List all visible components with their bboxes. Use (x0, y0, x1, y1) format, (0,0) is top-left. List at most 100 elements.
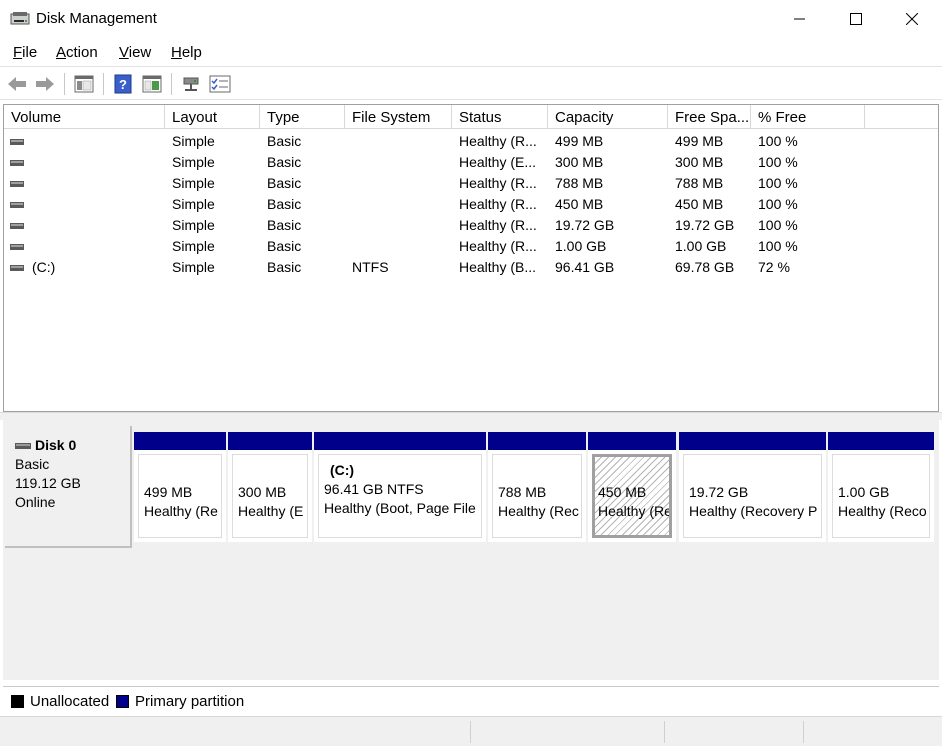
disk-name: Disk 0 (35, 437, 77, 453)
disk-name-row: Disk 0 (15, 436, 130, 455)
cell-fs: NTFS (352, 259, 389, 275)
partition-size: 300 MB (238, 484, 287, 500)
partition-size: 450 MB (598, 484, 647, 500)
menu-help[interactable]: Help (171, 44, 202, 61)
console-tree-icon (74, 75, 94, 93)
partition-5-selected[interactable]: 450 MB Healthy (Re (588, 432, 676, 542)
cell-pct: 100 % (758, 154, 798, 170)
forward-arrow-icon (36, 77, 54, 91)
help-button[interactable]: ? (112, 73, 134, 95)
cell-pct: 100 % (758, 196, 798, 212)
table-row[interactable]: Simple Basic Healthy (R... 450 MB 450 MB 100 … (4, 194, 938, 215)
table-row[interactable]: Simple Basic Healthy (R... 19.72 GB 19.72 GB… (4, 215, 938, 236)
status-separator (803, 721, 804, 743)
cell-volume (4, 152, 165, 173)
partition-color-bar (828, 432, 934, 450)
cell-layout: Simple (172, 175, 215, 191)
column-percent-free[interactable]: % Free (751, 105, 865, 129)
cell-capacity: 19.72 GB (555, 217, 615, 233)
cell-fs (345, 236, 452, 257)
table-row[interactable]: Simple Basic Healthy (R... 788 MB 788 MB 100 … (4, 173, 938, 194)
column-type[interactable]: Type (260, 105, 345, 129)
partition-1[interactable]: 499 MB Healthy (Re (134, 432, 226, 542)
checklist-button[interactable] (209, 73, 231, 95)
partition-color-bar (679, 432, 826, 450)
cell-free: 1.00 GB (675, 238, 727, 254)
table-row[interactable]: (C:) Simple Basic NTFS Healthy (B... 96.41 GB… (4, 257, 938, 278)
pane-splitter[interactable] (0, 412, 942, 420)
column-file-system[interactable]: File System (345, 105, 452, 129)
minimize-button[interactable] (775, 0, 825, 38)
properties-icon (142, 75, 162, 93)
partition-status: Healthy (E (238, 503, 304, 519)
disk-info[interactable]: Disk 0 Basic 119.12 GB Online (5, 426, 132, 548)
table-row[interactable]: Simple Basic Healthy (R... 1.00 GB 1.00 GB 10… (4, 236, 938, 257)
partition-body: 499 MB Healthy (Re (138, 454, 222, 538)
cell-layout: Simple (172, 259, 215, 275)
toolbar-separator (64, 73, 65, 95)
unallocated-swatch (11, 695, 24, 708)
legend-unallocated: Unallocated (30, 693, 110, 710)
column-volume[interactable]: Volume (4, 105, 165, 129)
partition-body: 19.72 GB Healthy (Recovery P (683, 454, 822, 538)
cell-fs (345, 152, 452, 173)
partition-status: Healthy (Recovery P (689, 503, 818, 519)
partition-status: Healthy (Reco (838, 503, 927, 519)
maximize-icon (850, 13, 862, 25)
volume-list-header: Volume Layout Type File System Status Ca… (4, 105, 938, 129)
table-row[interactable]: Simple Basic Healthy (E... 300 MB 300 MB 100 … (4, 152, 938, 173)
forward-button[interactable] (34, 73, 56, 95)
partition-body: 788 MB Healthy (Rec (492, 454, 582, 538)
cell-fs (345, 173, 452, 194)
partition-size: 499 MB (144, 484, 193, 500)
cell-volume (4, 173, 165, 194)
column-free-space[interactable]: Free Spa... (668, 105, 751, 129)
volume-list: Volume Layout Type File System Status Ca… (3, 104, 939, 412)
maximize-button[interactable] (831, 0, 881, 38)
cell-pct: 100 % (758, 217, 798, 233)
console-tree-button[interactable] (73, 73, 95, 95)
legend-primary-partition: Primary partition (135, 693, 245, 710)
cell-fs (345, 215, 452, 236)
cell-volume: (C:) (32, 259, 56, 275)
cell-volume (4, 215, 165, 236)
column-layout[interactable]: Layout (165, 105, 260, 129)
legend: Unallocated Primary partition (3, 686, 939, 714)
partition-4[interactable]: 788 MB Healthy (Rec (488, 432, 586, 542)
cell-status: Healthy (R... (459, 217, 537, 233)
primary-partition-swatch (116, 695, 129, 708)
cell-layout: Simple (172, 133, 215, 149)
cell-fs (345, 194, 452, 215)
partition-2[interactable]: 300 MB Healthy (E (228, 432, 312, 542)
cell-free: 499 MB (675, 133, 724, 149)
cell-type: Basic (267, 133, 302, 149)
partition-6[interactable]: 19.72 GB Healthy (Recovery P (679, 432, 826, 542)
cell-layout: Simple (172, 154, 215, 170)
column-capacity[interactable]: Capacity (548, 105, 668, 129)
status-separator (664, 721, 665, 743)
partition-size: 1.00 GB (838, 484, 890, 500)
toolbar-separator (103, 73, 104, 95)
cell-capacity: 788 MB (555, 175, 604, 191)
partition-7[interactable]: 1.00 GB Healthy (Reco (828, 432, 934, 542)
cell-pct: 100 % (758, 238, 798, 254)
partition-c-drive[interactable]: (C:) 96.41 GB NTFS Healthy (Boot, Page F… (314, 432, 486, 542)
close-button[interactable] (887, 0, 937, 38)
column-status[interactable]: Status (452, 105, 548, 129)
menu-file[interactable]: File (13, 44, 37, 61)
connect-button[interactable] (180, 73, 202, 95)
cell-status: Healthy (R... (459, 175, 537, 191)
partition-body: 300 MB Healthy (E (232, 454, 308, 538)
cell-status: Healthy (R... (459, 196, 537, 212)
menu-view[interactable]: View (119, 44, 151, 61)
cell-pct: 100 % (758, 175, 798, 191)
menu-action[interactable]: Action (56, 44, 98, 61)
cell-layout: Simple (172, 196, 215, 212)
checklist-icon (209, 75, 231, 93)
table-row[interactable]: Simple Basic Healthy (R... 499 MB 499 MB 100 … (4, 131, 938, 152)
properties-button[interactable] (141, 73, 163, 95)
partition-color-bar (228, 432, 312, 450)
back-button[interactable] (6, 73, 28, 95)
disk-icon (15, 442, 31, 449)
window-title: Disk Management (36, 10, 157, 27)
